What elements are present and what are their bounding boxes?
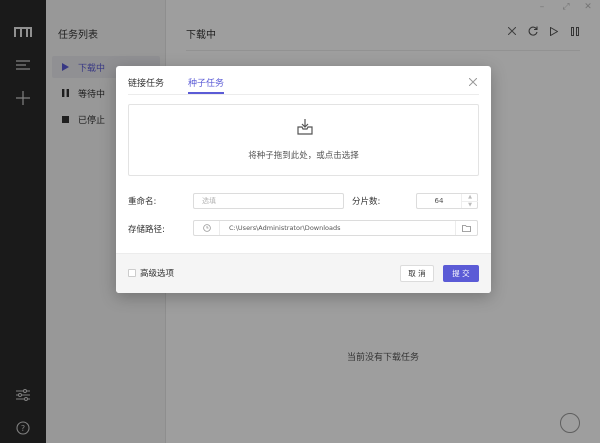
chevron-down-icon[interactable]: ▼ [462,201,478,208]
path-label: 存储路径: [128,225,165,235]
pieces-stepper[interactable]: 64 ▲ ▼ [416,193,478,209]
tab-divider [128,94,479,95]
history-icon[interactable] [194,221,220,235]
dialog-footer: 高级选项 取 消 提 交 [116,253,491,293]
inbox-download-icon [296,118,314,136]
folder-icon[interactable] [455,221,477,235]
pieces-value[interactable]: 64 [417,194,461,208]
tab-link-task[interactable]: 链接任务 [128,78,164,94]
cancel-button[interactable]: 取 消 [400,265,434,282]
dialog-tabs: 链接任务 种子任务 [128,78,248,94]
add-task-dialog: 链接任务 种子任务 将种子拖到此处，或点击选择 重命名: 选填 分片数: 64 … [116,66,491,293]
advanced-options-checkbox[interactable] [128,269,136,277]
advanced-options-label[interactable]: 高级选项 [140,267,174,279]
save-path-value[interactable]: C:\Users\Administrator\Downloads [229,221,341,235]
submit-button[interactable]: 提 交 [443,265,479,282]
rename-label: 重命名: [128,197,157,207]
chevron-up-icon[interactable]: ▲ [462,194,478,201]
rename-input[interactable]: 选填 [193,193,344,209]
pieces-label: 分片数: [352,197,381,207]
save-path-field[interactable]: C:\Users\Administrator\Downloads [193,220,478,236]
pieces-spinner: ▲ ▼ [461,194,478,208]
torrent-dropzone[interactable]: 将种子拖到此处，或点击选择 [128,104,479,176]
dropzone-text: 将种子拖到此处，或点击选择 [248,151,359,161]
close-icon[interactable] [468,77,479,88]
tab-torrent-task[interactable]: 种子任务 [188,78,225,94]
